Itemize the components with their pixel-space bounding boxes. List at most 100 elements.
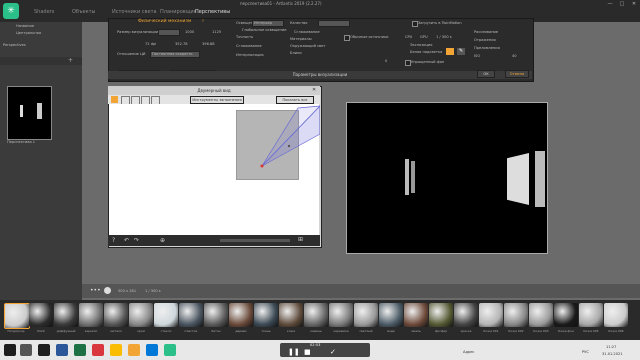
material-thumb[interactable]: [454, 303, 478, 327]
iso-label: ISO: [474, 54, 481, 58]
ok-icon[interactable]: ✓: [330, 348, 336, 356]
render-size-select[interactable]: [158, 29, 180, 36]
sky-label: Упрощенный фон: [411, 60, 445, 64]
material-thumb[interactable]: [504, 303, 528, 327]
app-logo-icon[interactable]: ✳: [3, 3, 19, 19]
material-thumb[interactable]: [379, 303, 403, 327]
quality-label: Качество: [290, 21, 308, 25]
material-thumb[interactable]: [479, 303, 503, 327]
viewport-size: 500 x 281: [118, 289, 137, 293]
add-icon[interactable]: +: [68, 58, 76, 64]
zoom-slider[interactable]: [220, 239, 290, 242]
material-label: Кожа 001: [483, 329, 499, 333]
material-thumb[interactable]: [79, 303, 103, 327]
zoom-icon[interactable]: ⊕: [160, 237, 165, 244]
sidebar-field-center: Центральная: [16, 31, 42, 35]
width-mm[interactable]: 352.78: [175, 42, 188, 46]
pause-icon[interactable]: ❚❚: [288, 348, 300, 356]
iso-value[interactable]: 40: [512, 54, 517, 58]
tab-shaders[interactable]: Shaders: [34, 9, 54, 19]
ok-button[interactable]: OK: [477, 70, 495, 78]
quality-select[interactable]: [318, 20, 350, 27]
material-thumb[interactable]: [354, 303, 378, 327]
material-thumb[interactable]: [204, 303, 228, 327]
camera-icon[interactable]: [104, 287, 111, 294]
cpu-option[interactable]: CPU: [405, 35, 412, 39]
help-icon[interactable]: ?: [112, 237, 115, 244]
search-icon[interactable]: [20, 344, 32, 356]
camera-view-cone[interactable]: [236, 104, 320, 178]
material-thumb[interactable]: [29, 303, 53, 327]
material-thumb[interactable]: [404, 303, 428, 327]
material-label: ткань: [261, 329, 271, 333]
close-icon[interactable]: ✕: [630, 1, 638, 7]
material-label: диффузный: [56, 329, 76, 333]
dynamic-view-title: Двумерный вид: [108, 86, 320, 95]
material-thumb[interactable]: [4, 303, 30, 329]
show-all-button[interactable]: Показать все: [276, 96, 314, 104]
eyedropper-icon[interactable]: ✎: [457, 48, 465, 55]
artlantis-icon[interactable]: [164, 344, 176, 356]
maximize-icon[interactable]: □: [618, 1, 626, 7]
gpu-option[interactable]: GPU: [420, 35, 428, 39]
dynamic-close-icon[interactable]: ✕: [312, 87, 316, 93]
color-swatch[interactable]: [446, 48, 454, 55]
language-indicator[interactable]: РУС: [582, 350, 589, 354]
material-thumb[interactable]: [229, 303, 253, 327]
refractions-label: Преломления: [474, 46, 500, 50]
material-thumb[interactable]: [254, 303, 278, 327]
value-zero[interactable]: 0: [385, 59, 387, 63]
window-strip-2: [411, 161, 415, 193]
material-thumb[interactable]: [579, 303, 603, 327]
material-thumb[interactable]: [104, 303, 128, 327]
material-label: Paint: [37, 329, 45, 333]
clock-time: 11:27: [606, 345, 617, 349]
smoothing-label: Сглаживание: [236, 44, 262, 48]
reflections-label: Блики: [290, 51, 302, 55]
cancel-button[interactable]: Отмена: [505, 70, 529, 78]
material-label: зеркало: [84, 329, 98, 333]
start-icon[interactable]: [4, 344, 16, 356]
yandex-icon[interactable]: [92, 344, 104, 356]
material-thumb[interactable]: [129, 303, 153, 327]
address-label[interactable]: Адрес: [463, 350, 474, 354]
material-thumb[interactable]: [154, 303, 178, 327]
material-label: вода: [387, 329, 395, 333]
minimize-icon[interactable]: —: [606, 1, 614, 7]
material-thumb[interactable]: [554, 303, 578, 327]
material-label: камень: [310, 329, 322, 333]
undo-icon[interactable]: ↶: [124, 237, 129, 244]
tool-orange-icon[interactable]: [111, 96, 118, 103]
perspective-thumbnail[interactable]: [7, 86, 52, 140]
material-thumb[interactable]: [604, 303, 628, 327]
material-thumb[interactable]: [179, 303, 203, 327]
chrome-icon[interactable]: [110, 344, 122, 356]
material-thumb[interactable]: [279, 303, 303, 327]
folder-icon[interactable]: [128, 344, 140, 356]
render-preview[interactable]: [346, 102, 548, 254]
thumb-window-right: [37, 103, 42, 119]
height-mm[interactable]: 396.88: [202, 42, 215, 46]
tab-objects[interactable]: Объекты: [72, 9, 96, 19]
exposure-label: Экспозиция: [410, 43, 433, 47]
material-label: керамика: [333, 329, 349, 333]
material-thumb[interactable]: [529, 303, 553, 327]
material-thumb[interactable]: [54, 303, 78, 327]
diffusion-label: Рассеивание: [474, 30, 499, 34]
stop-icon[interactable]: ■: [304, 348, 311, 356]
material-thumb[interactable]: [304, 303, 328, 327]
redo-icon[interactable]: ↷: [134, 237, 139, 244]
fit-icon[interactable]: ⊞: [298, 236, 303, 243]
dpi-value[interactable]: 72 dpi: [145, 42, 156, 46]
mail-icon[interactable]: [146, 344, 158, 356]
frames-value[interactable]: 1 / 300 s: [436, 35, 452, 39]
material-thumb[interactable]: [329, 303, 353, 327]
task-view-icon[interactable]: [38, 344, 50, 356]
word-icon[interactable]: [56, 344, 68, 356]
size-width[interactable]: 1000: [185, 30, 194, 34]
more-icon[interactable]: •••: [90, 287, 101, 294]
material-thumb[interactable]: [429, 303, 453, 327]
excel-icon[interactable]: [74, 344, 86, 356]
size-height[interactable]: 1125: [212, 30, 221, 34]
fill-tools-button[interactable]: Инструменты заполнения: [190, 96, 244, 104]
